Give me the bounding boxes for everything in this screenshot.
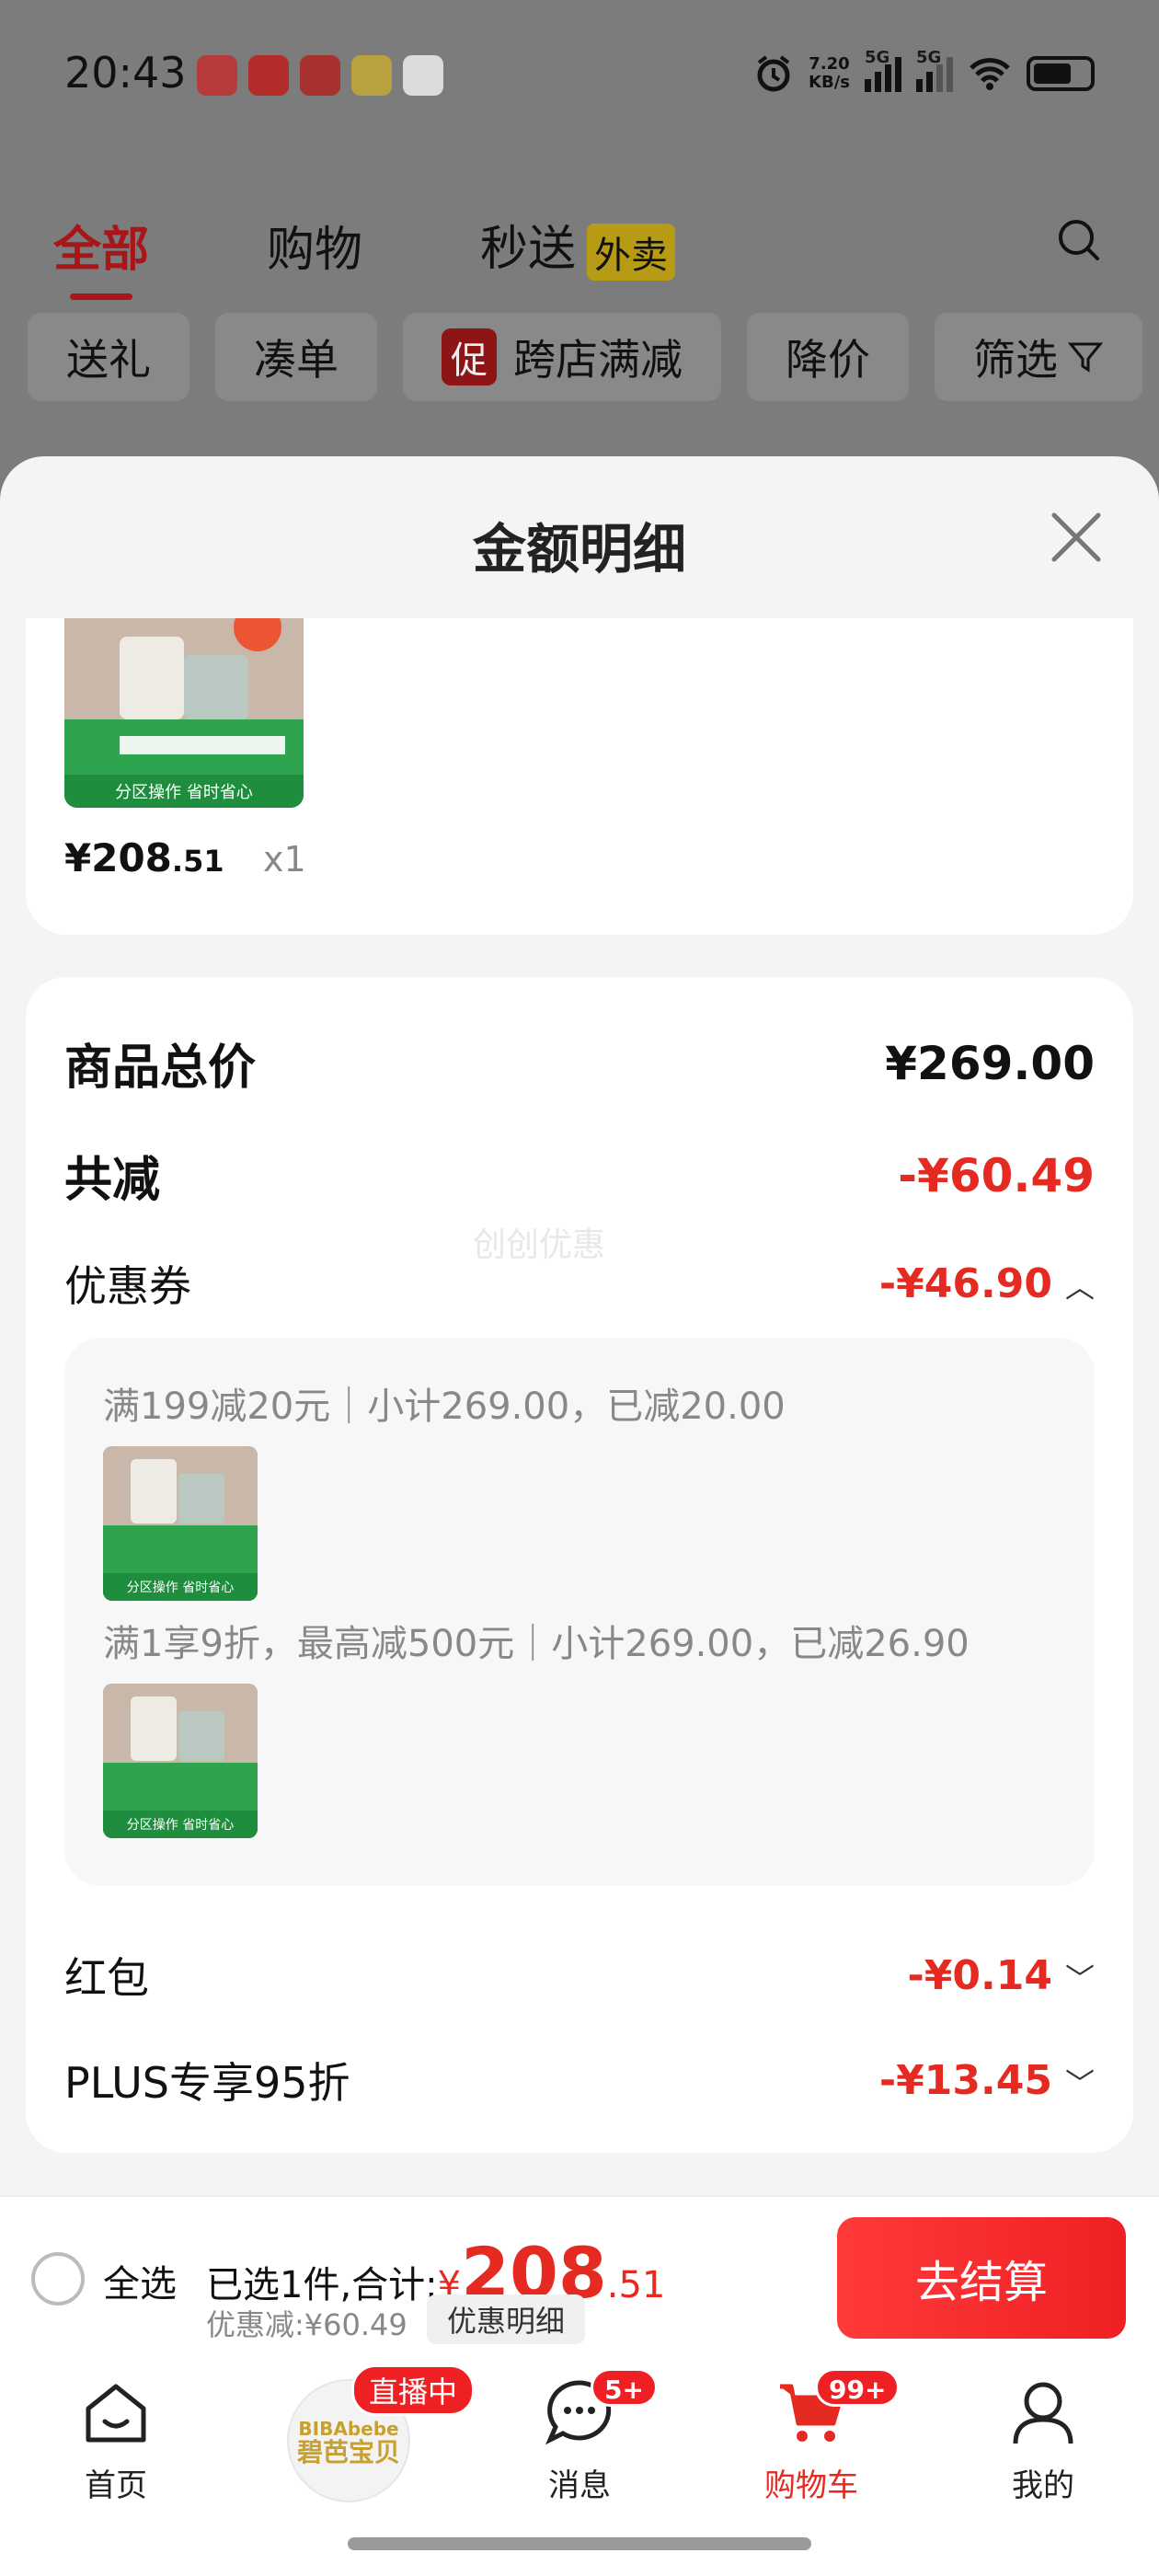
cart-count-badge: 99+ [815, 2368, 901, 2407]
tab-label: 我的 [1012, 2467, 1074, 2504]
chevron-up-icon: ︿ [1064, 1269, 1095, 1305]
chip-price-drop[interactable]: 降价 [747, 313, 909, 401]
amount-detail-sheet: 金额明细 分区操作 省时省心 ¥208.51 x1 商品总价 ¥269.00 共… [0, 456, 1159, 2195]
saved-row: 共减 -¥60.49 [64, 1141, 1095, 1210]
alarm-icon [757, 55, 790, 92]
svg-text:分区操作 省时省心: 分区操作 省时省心 [127, 1581, 234, 1595]
saved-label: 共减 [64, 1153, 161, 1208]
tab-label: 消息 [548, 2467, 611, 2504]
product-quantity: x1 [263, 839, 306, 880]
filter-icon [1067, 342, 1104, 373]
system-icons: 7.20 KB/s 5G 5G [753, 48, 1095, 94]
brand-line: 碧芭宝贝 [296, 2437, 400, 2467]
message-count-badge: 5+ [591, 2368, 658, 2407]
tab-label: 购物车 [764, 2467, 858, 2504]
wifi-icon [970, 58, 1010, 90]
chip-gift[interactable]: 送礼 [28, 313, 189, 401]
profile-icon [1013, 2382, 1073, 2444]
tab-all[interactable]: 全部 [53, 211, 149, 300]
net-speed: 7.20 KB/s [809, 54, 850, 92]
checkout-button[interactable]: 去结算 [837, 2217, 1126, 2339]
product-price: ¥208.51 [64, 835, 224, 880]
coupon-label: 优惠券 [64, 1261, 191, 1311]
coupon-value: -¥46.90 [878, 1259, 1052, 1307]
tab-home[interactable]: 首页 [42, 2375, 189, 2505]
coupon-detail-line: 满1享9折，最高减500元｜小计269.00，已减26.90 [103, 1623, 970, 1665]
signal-2: 5G [916, 48, 953, 92]
total-label: 商品总价 [64, 1041, 257, 1096]
red-packet-value: -¥0.14 [907, 1951, 1052, 1999]
tab-shopping[interactable]: 购物 [267, 211, 362, 280]
notification-app-icons [197, 55, 443, 96]
coupon-row[interactable]: 优惠券 -¥46.90 ︿ [64, 1253, 1095, 1314]
total-value: ¥269.00 [885, 1036, 1095, 1090]
chevron-down-icon: ﹀ [1064, 2065, 1095, 2101]
red-packet-row[interactable]: 红包 -¥0.14 ﹀ [64, 1945, 1095, 2006]
product-card: 分区操作 省时省心 ¥208.51 x1 [26, 618, 1133, 935]
tab-label: 首页 [85, 2467, 147, 2504]
chip-bundle[interactable]: 凑单 [215, 313, 377, 401]
app-icon [300, 55, 340, 96]
tab-instant-delivery[interactable]: 秒送 外卖 [480, 210, 676, 281]
app-icon [197, 55, 237, 96]
promo-tag: 促 [442, 328, 497, 385]
chip-cross-store[interactable]: 促跨店满减 [403, 313, 721, 401]
clock: 20:43 [64, 48, 187, 98]
plus-discount-row[interactable]: PLUS专享95折 -¥13.45 ﹀ [64, 2050, 1095, 2110]
plus-discount-label: PLUS专享95折 [64, 2058, 350, 2108]
filter-chips: 送礼 凑单 促跨店满减 降价 筛选 [28, 313, 1142, 401]
tab-me[interactable]: 我的 [970, 2375, 1117, 2505]
saved-value: -¥60.49 [898, 1148, 1095, 1202]
coupon-detail-line: 满199减20元｜小计269.00，已减20.00 [103, 1386, 786, 1428]
summary-prefix: 已选1件,合计: [206, 2264, 438, 2306]
home-icon [86, 2384, 146, 2443]
svg-text:分区操作 省时省心: 分区操作 省时省心 [115, 783, 253, 802]
tab-label: 秒送 [480, 222, 577, 277]
live-badge: 直播中 [351, 2364, 476, 2416]
select-all-checkbox[interactable] [31, 2252, 85, 2306]
tab-messages[interactable]: 消息 5+ [506, 2368, 658, 2505]
chip-label: 筛选 [973, 335, 1058, 385]
price-breakdown-card: 商品总价 ¥269.00 共减 -¥60.49 创创优惠 优惠券 -¥46.90… [26, 977, 1133, 2153]
signal-1: 5G [865, 48, 901, 92]
top-tabs: 全部 购物 秒送 外卖 [53, 210, 676, 300]
product-image[interactable]: 分区操作 省时省心 [64, 618, 304, 808]
product-thumbnail: 分区操作 省时省心 [103, 1684, 258, 1838]
chevron-down-icon: ﹀ [1064, 1961, 1095, 1996]
red-packet-label: 红包 [64, 1953, 149, 2003]
discount-text: 优惠减:¥60.49 [206, 2307, 407, 2342]
plus-discount-value: -¥13.45 [878, 2056, 1052, 2104]
coupon-detail-panel: 满199减20元｜小计269.00，已减20.00 分区操作 省时省心 满1享9… [64, 1338, 1095, 1886]
app-icon [351, 55, 392, 96]
svg-text:分区操作 省时省心: 分区操作 省时省心 [127, 1818, 234, 1833]
app-icon [248, 55, 289, 96]
sheet-title: 金额明细 [472, 518, 686, 581]
battery-icon [1027, 56, 1095, 91]
product-thumbnail: 分区操作 省时省心 [103, 1446, 258, 1601]
total-amount-decimal: .51 [606, 2264, 666, 2306]
select-all-label[interactable]: 全选 [103, 2254, 177, 2307]
home-indicator[interactable] [348, 2537, 811, 2550]
status-bar: 20:43 7.20 KB/s 5G 5G [0, 0, 1159, 147]
close-icon[interactable] [1049, 510, 1104, 565]
checkout-bar: 全选 已选1件,合计:¥208.51 优惠减:¥60.49 优惠明细 去结算 [0, 2195, 1159, 2359]
search-icon[interactable] [1056, 217, 1102, 263]
app-icon [403, 55, 443, 96]
chip-label: 跨店满减 [513, 335, 683, 385]
tab-cart[interactable]: 购物车 99+ [738, 2368, 901, 2505]
discount-detail-button[interactable]: 优惠明细 [427, 2294, 586, 2344]
chip-filter[interactable]: 筛选 [935, 313, 1142, 401]
takeout-badge: 外卖 [587, 224, 676, 281]
total-row: 商品总价 ¥269.00 [64, 1029, 1095, 1098]
